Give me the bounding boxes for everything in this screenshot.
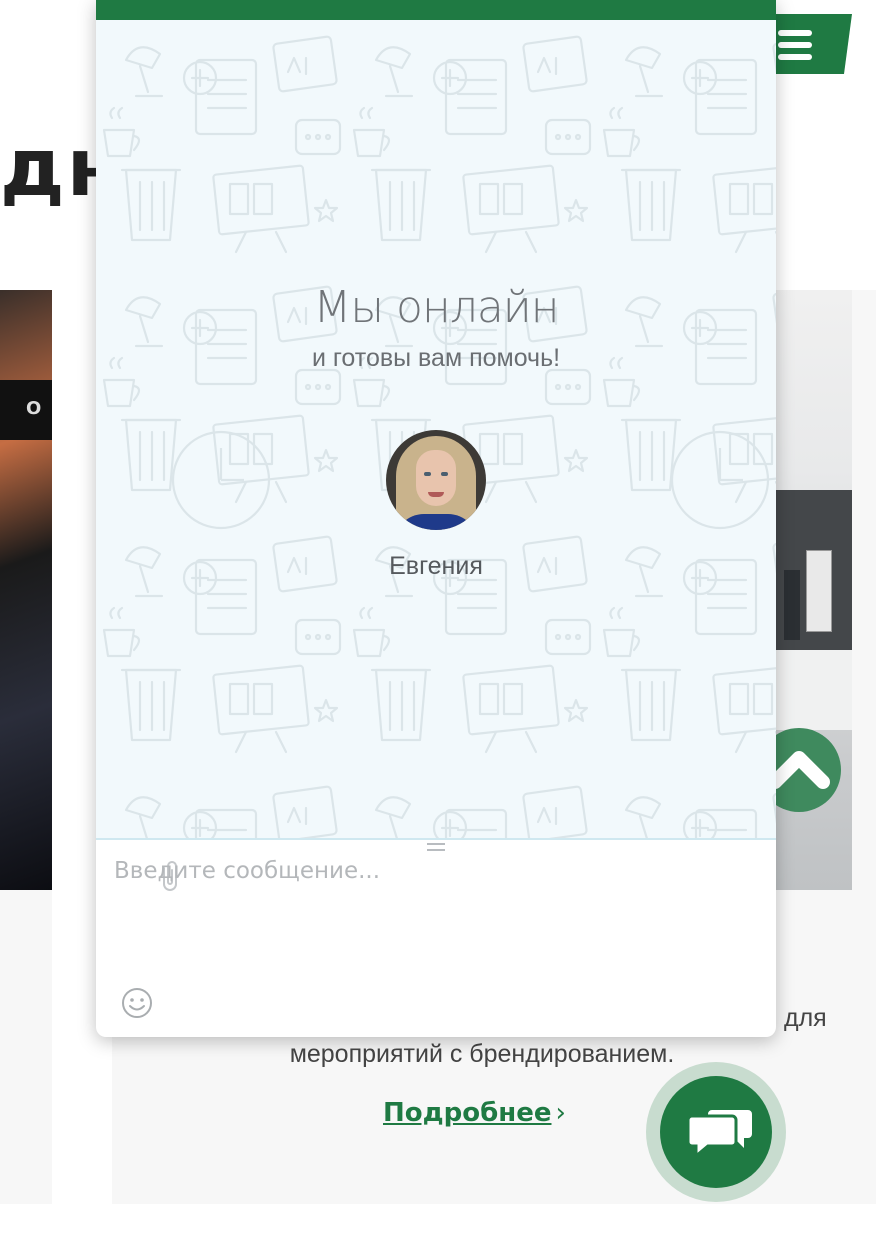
chat-status-subtitle: и готовы вам помочь!	[311, 344, 561, 372]
card-description-line1-end: для	[784, 1004, 827, 1032]
hamburger-bar	[778, 54, 812, 60]
avatar-eye	[441, 472, 448, 476]
chevron-right-icon: ›	[555, 1098, 566, 1128]
avatar-eye	[424, 472, 431, 476]
avatar-face	[416, 450, 456, 506]
hamburger-menu-button[interactable]	[772, 14, 852, 74]
doodle-pattern-graphic	[96, 20, 776, 838]
agent-name: Евгения	[389, 552, 483, 580]
photo-table	[776, 650, 852, 730]
more-details-link[interactable]: Подробнее ›	[383, 1098, 566, 1128]
photo-object	[784, 570, 800, 640]
page-footer-band	[0, 1204, 876, 1248]
hamburger-bar	[778, 42, 812, 48]
card-description: мероприятий с брендированием.	[289, 1040, 675, 1068]
hamburger-menu-icon	[778, 30, 812, 36]
chat-window: Мы онлайн и готовы вам помочь! Евгения	[96, 0, 776, 1037]
chat-status-title: Мы онлайн	[313, 282, 559, 333]
left-card-photo: O	[0, 290, 52, 890]
emoji-icon[interactable]	[120, 986, 154, 1020]
chat-launcher-button[interactable]	[646, 1062, 786, 1202]
resize-handle[interactable]	[427, 843, 445, 851]
message-input[interactable]	[112, 856, 756, 970]
avatar-mouth	[428, 492, 444, 497]
photo-product	[806, 550, 832, 632]
chat-header-bar	[96, 0, 776, 20]
more-details-label: Подробнее	[383, 1098, 552, 1128]
chat-bubbles-icon	[686, 1110, 752, 1160]
agent-avatar	[386, 430, 486, 530]
cap-graphic: O	[0, 380, 52, 440]
